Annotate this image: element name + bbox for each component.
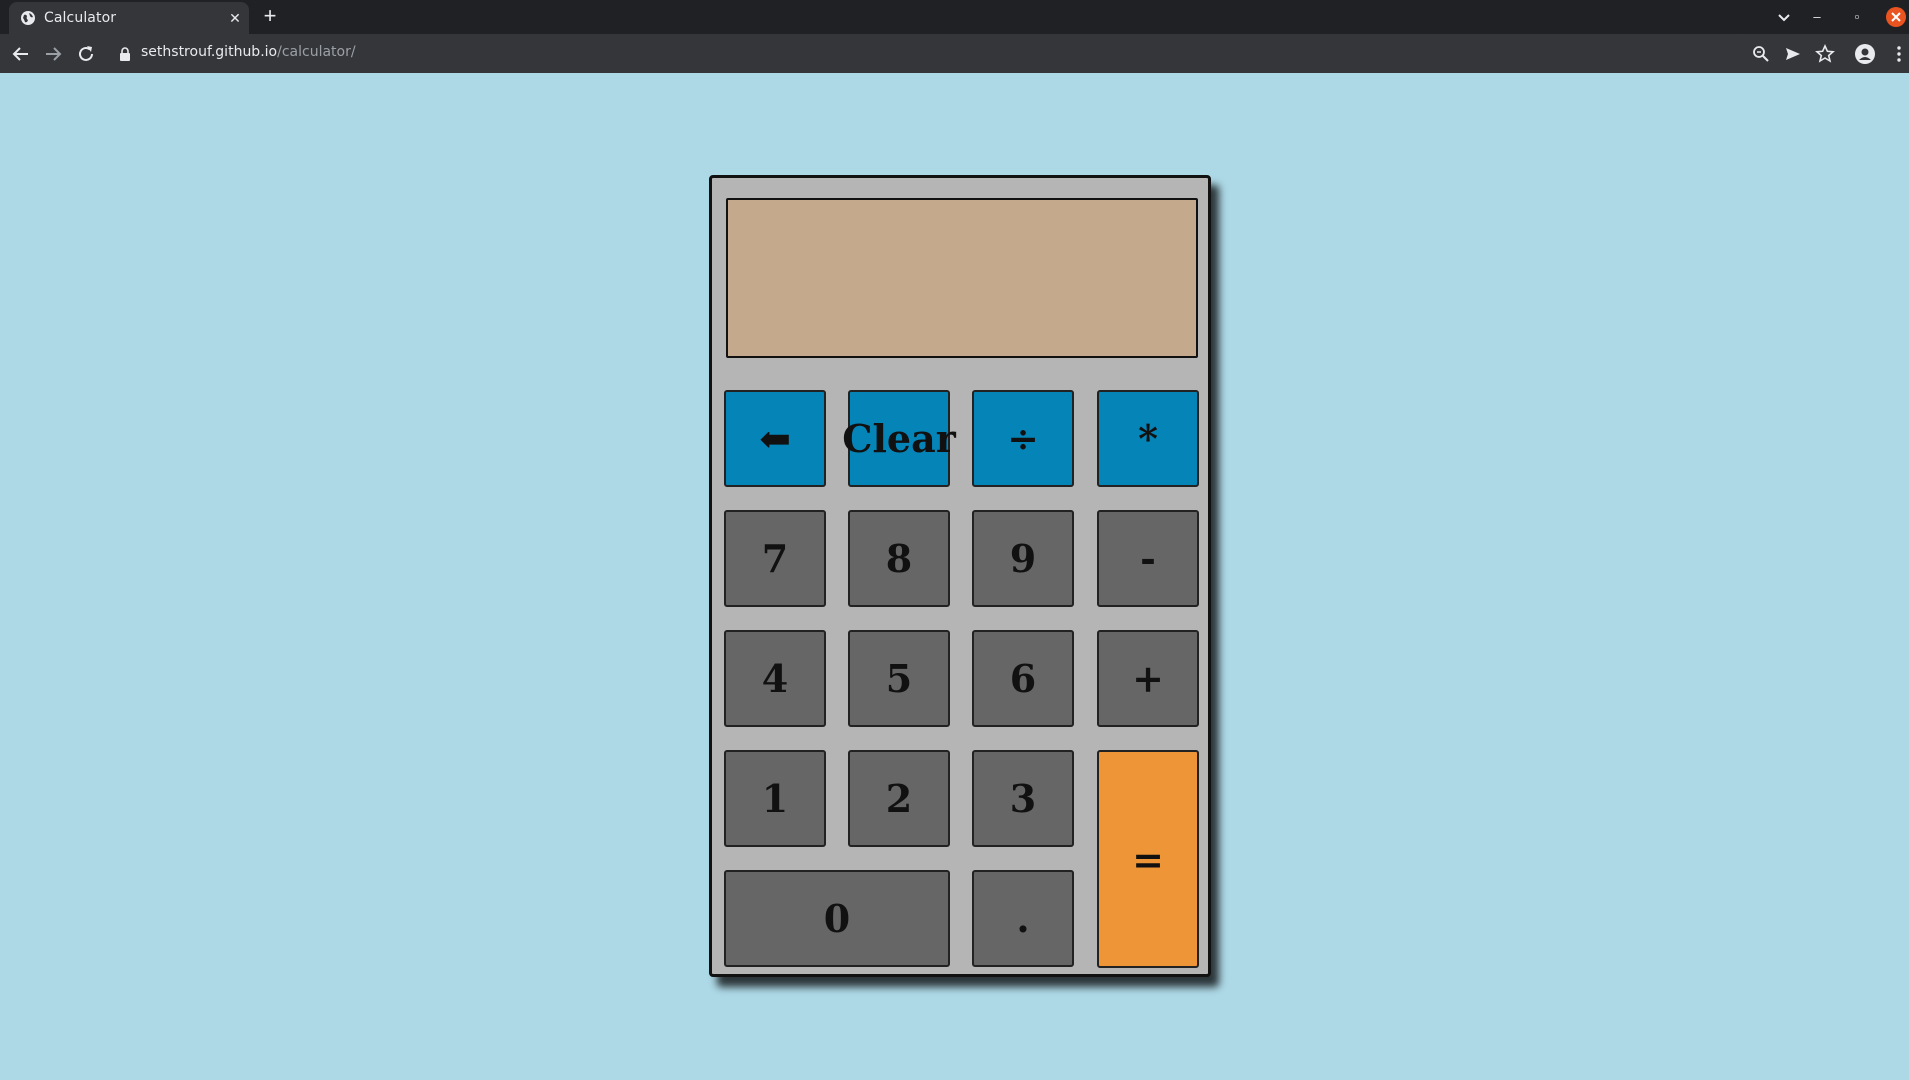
url-path: /calculator/ — [277, 44, 356, 60]
decimal-button[interactable]: . — [972, 870, 1074, 967]
send-icon[interactable] — [1783, 44, 1803, 64]
tab-title: Calculator — [44, 10, 117, 26]
backspace-button[interactable]: ⬅ — [724, 390, 826, 487]
forward-arrow-icon[interactable] — [42, 43, 64, 65]
calculator-display — [726, 198, 1198, 358]
digit-1-button[interactable]: 1 — [724, 750, 826, 847]
calculator: ⬅ Clear ÷ * 7 8 9 - 4 5 6 + 1 2 3 = 0 . — [709, 175, 1211, 977]
minimize-button[interactable]: – — [1807, 7, 1827, 27]
digit-5-button[interactable]: 5 — [848, 630, 950, 727]
browser-tab[interactable]: Calculator ✕ — [9, 2, 249, 34]
digit-8-button[interactable]: 8 — [848, 510, 950, 607]
close-icon — [1891, 12, 1901, 22]
url-text[interactable]: sethstrouf.github.io/calculator/ — [141, 44, 356, 60]
zoom-icon[interactable] — [1751, 44, 1771, 64]
back-arrow-icon[interactable] — [10, 43, 32, 65]
browser-toolbar: sethstrouf.github.io/calculator/ — [0, 34, 1909, 73]
equals-button[interactable]: = — [1097, 750, 1199, 968]
digit-7-button[interactable]: 7 — [724, 510, 826, 607]
globe-icon — [21, 11, 35, 25]
digit-0-button[interactable]: 0 — [724, 870, 950, 967]
digit-9-button[interactable]: 9 — [972, 510, 1074, 607]
window-close-button[interactable] — [1886, 7, 1906, 27]
tab-close-icon[interactable]: ✕ — [227, 10, 243, 26]
profile-avatar-icon[interactable] — [1855, 44, 1875, 64]
digit-3-button[interactable]: 3 — [972, 750, 1074, 847]
new-tab-button[interactable]: + — [259, 5, 281, 27]
add-button[interactable]: + — [1097, 630, 1199, 727]
multiply-button[interactable]: * — [1097, 390, 1199, 487]
tab-search-chevron-icon[interactable] — [1774, 7, 1794, 27]
digit-4-button[interactable]: 4 — [724, 630, 826, 727]
clear-button[interactable]: Clear — [842, 390, 956, 487]
url-host: sethstrouf.github.io — [141, 44, 278, 60]
lock-icon[interactable] — [119, 47, 131, 61]
backspace-arrow-icon: ⬅ — [759, 416, 791, 461]
browser-tab-bar: Calculator ✕ + – ▫ — [0, 0, 1909, 34]
subtract-button[interactable]: - — [1097, 510, 1199, 607]
maximize-button[interactable]: ▫ — [1847, 7, 1867, 27]
menu-kebab-icon[interactable] — [1889, 44, 1909, 64]
divide-button[interactable]: ÷ — [972, 390, 1074, 487]
address-bar[interactable] — [112, 38, 1752, 69]
bookmark-star-icon[interactable] — [1815, 44, 1835, 64]
digit-2-button[interactable]: 2 — [848, 750, 950, 847]
reload-icon[interactable] — [75, 43, 97, 65]
digit-6-button[interactable]: 6 — [972, 630, 1074, 727]
